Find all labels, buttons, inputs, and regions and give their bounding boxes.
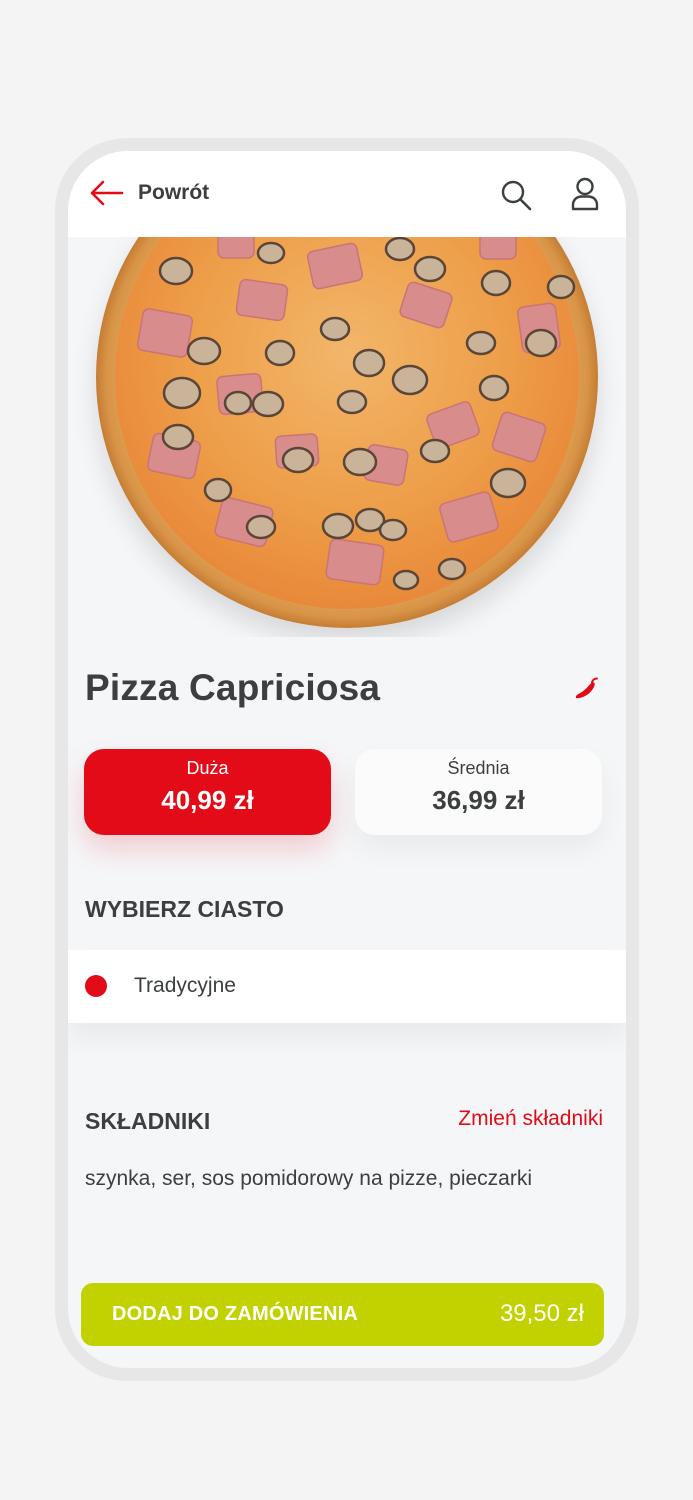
size-option-large[interactable]: Duża 40,99 zł xyxy=(84,749,331,835)
dough-option-traditional[interactable]: Tradycyjne xyxy=(68,950,626,1023)
top-bar: Powrót xyxy=(68,151,626,237)
size-option-medium[interactable]: Średnia 36,99 zł xyxy=(355,749,602,835)
size-name: Średnia xyxy=(447,758,510,778)
product-title: Pizza Capriciosa xyxy=(85,667,381,708)
dough-heading: WYBIERZ CIASTO xyxy=(85,896,284,922)
radio-selected-icon[interactable] xyxy=(85,975,107,997)
add-to-order-label: DODAJ DO ZAMÓWIENIA xyxy=(112,1303,359,1325)
size-price: 36,99 zł xyxy=(432,785,525,815)
size-name: Duża xyxy=(186,758,229,778)
pizza-illustration xyxy=(96,237,598,628)
add-to-order-button[interactable]: DODAJ DO ZAMÓWIENIA 39,50 zł xyxy=(81,1283,604,1346)
ingredients-heading: SKŁADNIKI xyxy=(85,1108,211,1134)
search-icon[interactable] xyxy=(500,179,532,211)
product-image xyxy=(68,237,626,637)
dough-option-label: Tradycyjne xyxy=(134,974,236,997)
back-arrow-icon[interactable] xyxy=(88,179,124,207)
add-to-order-price: 39,50 zł xyxy=(499,1300,584,1327)
back-button[interactable]: Powrót xyxy=(138,181,209,205)
change-ingredients-link[interactable]: Zmień składniki xyxy=(458,1107,603,1131)
user-icon[interactable] xyxy=(570,177,600,211)
chili-icon xyxy=(575,677,598,699)
app-screen: Powrót Pizza Capriciosa Duża 40,99 zł Śr… xyxy=(68,151,626,1368)
ingredients-list: szynka, ser, sos pomidorowy na pizze, pi… xyxy=(85,1167,533,1190)
size-price: 40,99 zł xyxy=(161,785,254,815)
